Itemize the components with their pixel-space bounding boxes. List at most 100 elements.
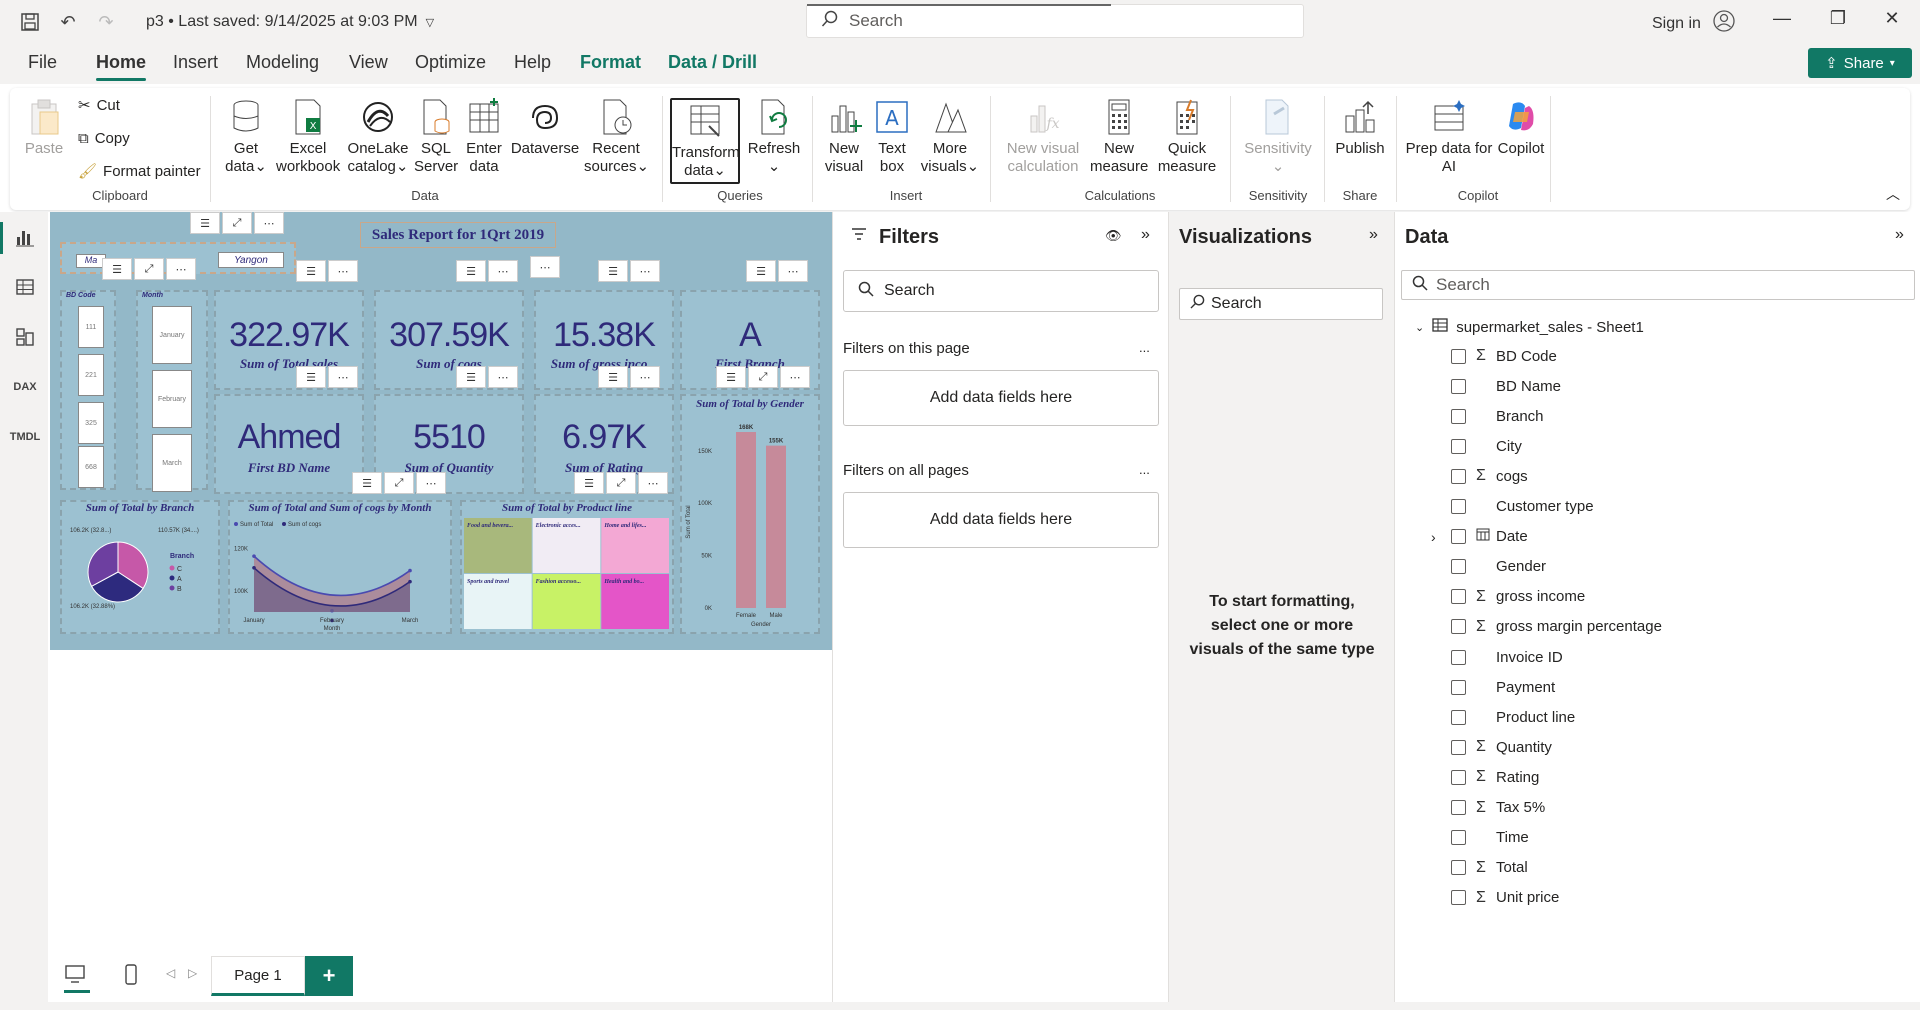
field-checkbox[interactable] [1451, 860, 1466, 876]
more-options-icon[interactable]: ⋯ [638, 472, 668, 494]
kpi-card-first-bd-name[interactable]: Ahmed First BD Name [214, 394, 364, 494]
field-row[interactable]: Σ BD Code [1451, 344, 1557, 368]
filter-icon[interactable]: ☰ [574, 472, 604, 494]
field-row[interactable]: Product line [1451, 705, 1575, 729]
more-options-icon[interactable]: ⋯ [328, 366, 358, 388]
share-button[interactable]: ⇪ Share ▾ [1808, 48, 1912, 78]
slicer-option-668[interactable]: 668 [78, 446, 104, 488]
undo-icon[interactable]: ↶ [54, 8, 82, 36]
all-pages-filter-drop-zone[interactable]: Add data fields here [843, 492, 1159, 548]
collapse-ribbon-icon[interactable]: ︿ [1886, 184, 1900, 204]
field-checkbox[interactable] [1451, 468, 1466, 484]
field-row[interactable]: Gender [1451, 555, 1546, 579]
field-checkbox[interactable] [1451, 589, 1466, 605]
slicer-option-march[interactable]: March [152, 434, 192, 492]
report-title-box[interactable]: Sales Report for 1Qrt 2019 [360, 222, 556, 248]
desktop-layout-icon[interactable] [64, 964, 90, 993]
onelake-catalog-button[interactable]: OneLake catalog⌄ [346, 98, 410, 176]
dataverse-button[interactable]: Dataverse [510, 98, 580, 158]
focus-mode-icon[interactable]: ⤢ [748, 366, 778, 388]
copilot-button[interactable]: Copilot [1494, 98, 1548, 158]
enter-data-button[interactable]: Enter data [462, 98, 506, 176]
prep-data-for-ai-button[interactable]: Prep data for AI [1404, 98, 1494, 176]
focus-mode-icon[interactable]: ⤢ [222, 212, 252, 234]
more-options-icon[interactable]: ... [1139, 340, 1150, 355]
transform-data-button[interactable]: Transform data⌄ [670, 98, 740, 184]
menu-view[interactable]: View [349, 52, 388, 73]
excel-workbook-button[interactable]: X Excel workbook [276, 98, 340, 176]
more-options-icon[interactable]: ⋯ [488, 366, 518, 388]
new-visual-button[interactable]: New visual [822, 98, 866, 176]
field-checkbox[interactable] [1451, 769, 1466, 785]
chevron-right-icon[interactable]: › [1431, 529, 1436, 545]
field-row[interactable]: Customer type [1451, 495, 1594, 519]
save-icon[interactable] [16, 8, 44, 36]
filter-icon[interactable]: ☰ [456, 366, 486, 388]
sql-server-button[interactable]: SQL Server [414, 98, 458, 176]
table-node[interactable]: ⌄ supermarket_sales - Sheet1 [1415, 318, 1644, 336]
field-row[interactable]: Branch [1451, 404, 1544, 428]
more-options-icon[interactable]: ⋯ [778, 260, 808, 282]
more-options-icon[interactable]: ⋯ [780, 366, 810, 388]
filter-icon[interactable]: ☰ [352, 472, 382, 494]
slicer-option-221[interactable]: 221 [78, 354, 104, 396]
field-row[interactable]: Payment [1451, 675, 1555, 699]
report-page[interactable]: Sales Report for 1Qrt 2019 ☰ ⤢ ⋯ Ma Yangon… [50, 212, 832, 650]
menu-help[interactable]: Help [514, 52, 551, 73]
previous-page-icon[interactable]: ◁ [166, 966, 175, 980]
menu-modeling[interactable]: Modeling [246, 52, 319, 73]
visualizations-search-input[interactable]: Search [1179, 288, 1383, 320]
dax-query-view-icon[interactable]: DAX [12, 374, 38, 400]
filter-icon[interactable]: ☰ [716, 366, 746, 388]
sign-in-button[interactable]: Sign in [1652, 10, 1735, 37]
month-area-chart[interactable]: Sum of Total and Sum of cogs by Month Su… [228, 500, 452, 634]
slicer-option-325[interactable]: 325 [78, 402, 104, 444]
publish-button[interactable]: Publish [1332, 98, 1388, 158]
filter-icon[interactable]: ☰ [296, 366, 326, 388]
gender-bar-chart[interactable]: Sum of Total by Gender 0K 50K 100K 150K Sum … [680, 394, 820, 634]
top-search-input[interactable]: Search [806, 4, 1304, 38]
new-measure-button[interactable]: New measure [1090, 98, 1148, 176]
filter-icon[interactable]: ☰ [190, 212, 220, 234]
field-checkbox[interactable] [1451, 348, 1466, 364]
field-row[interactable]: › Date [1431, 525, 1528, 549]
field-checkbox[interactable] [1451, 438, 1466, 454]
field-row[interactable]: Invoice ID [1451, 645, 1563, 669]
model-view-icon[interactable] [12, 324, 38, 350]
collapse-pane-icon[interactable]: » [1369, 226, 1378, 244]
filter-icon[interactable]: ☰ [296, 260, 326, 282]
field-checkbox[interactable] [1451, 529, 1466, 545]
field-checkbox[interactable] [1451, 408, 1466, 424]
refresh-button[interactable]: Refresh ⌄ [744, 98, 804, 176]
more-options-icon[interactable]: ⋯ [416, 472, 446, 494]
slicer-option-yangon[interactable]: Yangon [218, 252, 284, 268]
field-checkbox[interactable] [1451, 649, 1466, 665]
quick-measure-button[interactable]: Quick measure [1152, 98, 1222, 176]
field-row[interactable]: Σgross margin percentage [1451, 615, 1662, 639]
report-canvas[interactable]: Sales Report for 1Qrt 2019 ☰ ⤢ ⋯ Ma Yangon… [48, 212, 1002, 1010]
more-options-icon[interactable]: ⋯ [166, 258, 196, 280]
menu-optimize[interactable]: Optimize [415, 52, 486, 73]
collapse-pane-icon[interactable]: » [1895, 226, 1904, 244]
field-checkbox[interactable] [1451, 890, 1466, 906]
eye-icon[interactable]: 👁 [1105, 228, 1122, 244]
filter-icon[interactable]: ☰ [102, 258, 132, 280]
filter-icon[interactable]: ☰ [746, 260, 776, 282]
text-box-button[interactable]: A Text box [870, 98, 914, 176]
bd-code-slicer[interactable]: BD Code 111 221 325 668 [60, 290, 116, 490]
collapse-pane-icon[interactable]: » [1141, 226, 1150, 244]
menu-home[interactable]: Home [96, 52, 147, 81]
product-line-treemap[interactable]: Sum of Total by Product line Food and be… [460, 500, 674, 634]
field-row[interactable]: Σ Quantity [1451, 735, 1552, 759]
menu-format[interactable]: Format [580, 52, 641, 73]
field-checkbox[interactable] [1451, 830, 1466, 846]
maximize-icon[interactable]: ❐ [1818, 8, 1858, 29]
more-options-icon[interactable]: ⋯ [630, 260, 660, 282]
filter-icon[interactable]: ☰ [456, 260, 486, 282]
field-row[interactable]: Σcogs [1451, 464, 1528, 488]
branch-pie-chart[interactable]: Sum of Total by Branch 110.57K (34....) 1… [60, 500, 220, 634]
more-options-icon[interactable]: ⋯ [530, 256, 560, 278]
field-row[interactable]: Σ Rating [1451, 765, 1539, 789]
more-options-icon[interactable]: ⋯ [254, 212, 284, 234]
field-checkbox[interactable] [1451, 739, 1466, 755]
